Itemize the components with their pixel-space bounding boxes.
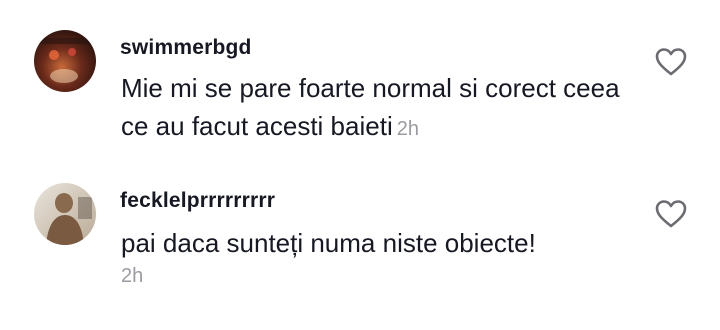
- comment-text: pai daca sunteți numa niste obiecte!: [121, 224, 641, 262]
- heart-outline-icon: [655, 48, 687, 76]
- heart-outline-icon: [655, 200, 687, 228]
- like-button[interactable]: [654, 197, 688, 231]
- avatar-image: [34, 30, 96, 92]
- comment-item: swimmerbgd Mie mi se pare foarte normal …: [0, 0, 720, 170]
- like-button[interactable]: [654, 45, 688, 79]
- avatar[interactable]: [34, 30, 96, 92]
- comment-text-body: Mie mi se pare foarte normal si corect c…: [121, 73, 620, 141]
- comment-timestamp: 2h: [121, 265, 144, 287]
- comment-text-body: pai daca sunteți numa niste obiecte!: [121, 228, 536, 258]
- avatar[interactable]: [34, 183, 96, 245]
- comment-item: fecklelprrrrrrrrr pai daca sunteți numa …: [0, 170, 720, 330]
- comment-username[interactable]: fecklelprrrrrrrrr: [120, 189, 275, 213]
- comment-text: Mie mi se pare foarte normal si corect c…: [121, 69, 641, 148]
- comment-timestamp: 2h: [396, 118, 419, 140]
- avatar-image: [34, 183, 96, 245]
- comment-username[interactable]: swimmerbgd: [120, 36, 252, 60]
